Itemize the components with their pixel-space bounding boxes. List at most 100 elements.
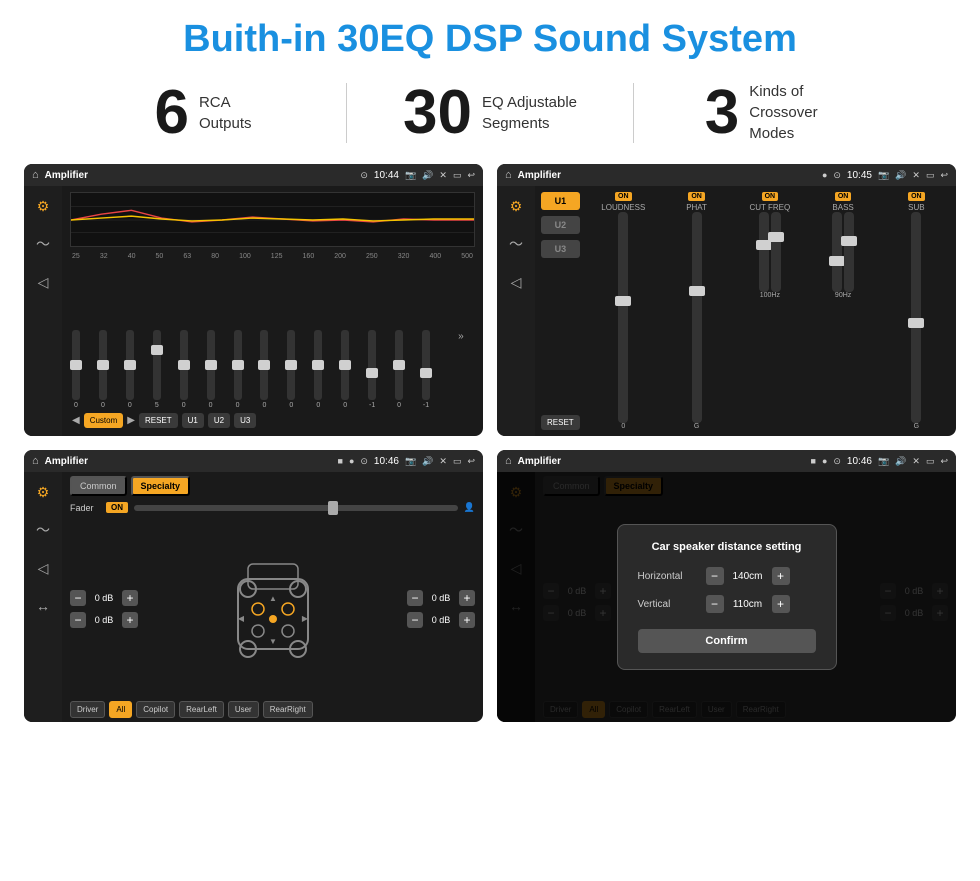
eq-reset-btn[interactable]: RESET: [139, 413, 178, 428]
vol-icon-4: 🔊: [895, 456, 906, 467]
eq-track-4[interactable]: [180, 330, 188, 400]
eq-icon[interactable]: ⚙: [31, 194, 55, 218]
wave-icon-2[interactable]: 〜: [504, 232, 528, 256]
eq-track-12[interactable]: [395, 330, 403, 400]
vol-fr-minus[interactable]: −: [407, 590, 423, 606]
eq-freq-labels: 25 32 40 50 63 80 100 125 160 200 250 32…: [70, 253, 475, 260]
eq-thumb-8: [285, 360, 297, 370]
vol-rl-minus[interactable]: −: [70, 612, 86, 628]
back-icon-3[interactable]: ↩: [467, 456, 475, 467]
eq-prev-btn[interactable]: ◀: [72, 415, 80, 426]
eq-custom-btn[interactable]: Custom: [84, 413, 124, 428]
topbar-2: ⌂ Amplifier ● ⊙ 10:45 📷 🔊 ✕ ▭ ↩: [497, 164, 956, 186]
horizontal-plus-btn[interactable]: +: [772, 567, 790, 585]
eq-track-10[interactable]: [341, 330, 349, 400]
eq-track-2[interactable]: [126, 330, 134, 400]
stat-eq-number: 30: [403, 82, 472, 144]
topbar-1-time: 10:44: [374, 170, 399, 181]
eq-slider-6: 0: [234, 330, 242, 409]
bass-sliders: [832, 212, 854, 292]
cutfreq-slider-g[interactable]: [771, 212, 781, 292]
vol-fr-plus[interactable]: +: [459, 590, 475, 606]
home-icon-2[interactable]: ⌂: [505, 169, 512, 181]
btn-copilot[interactable]: Copilot: [136, 701, 175, 718]
eq-icon-2[interactable]: ⚙: [504, 194, 528, 218]
eq-icon-3[interactable]: ⚙: [31, 480, 55, 504]
page-title: Buith-in 30EQ DSP Sound System: [0, 0, 980, 71]
eq-track-0[interactable]: [72, 330, 80, 400]
eq-thumb-6: [232, 360, 244, 370]
eq-u3-btn[interactable]: U3: [234, 413, 256, 428]
sub-slider[interactable]: [911, 212, 921, 423]
eq-u2-btn[interactable]: U2: [208, 413, 230, 428]
eq-next-btn[interactable]: ▶: [127, 415, 135, 426]
vol-rl-plus[interactable]: +: [122, 612, 138, 628]
speaker-icon[interactable]: ◁: [31, 270, 55, 294]
eq-u1-btn[interactable]: U1: [182, 413, 204, 428]
left-sidebar-3: ⚙ 〜 ◁ ↔: [24, 472, 62, 722]
eq-track-3[interactable]: [153, 330, 161, 400]
vol-fl-minus[interactable]: −: [70, 590, 86, 606]
arrows-icon-3[interactable]: ↔: [31, 594, 55, 618]
eq-track-5[interactable]: [207, 330, 215, 400]
fader-track[interactable]: [134, 505, 458, 511]
camera-icon-4: 📷: [878, 456, 889, 467]
btn-driver[interactable]: Driver: [70, 701, 105, 718]
home-icon-3[interactable]: ⌂: [32, 455, 39, 467]
horizontal-minus-btn[interactable]: −: [706, 567, 724, 585]
eq-track-6[interactable]: [234, 330, 242, 400]
vol-rr-plus[interactable]: +: [459, 612, 475, 628]
vol-fl-val: 0 dB: [89, 593, 119, 603]
topbar-3: ⌂ Amplifier ■ ● ⊙ 10:46 📷 🔊 ✕ ▭ ↩: [24, 450, 483, 472]
vol-rr-minus[interactable]: −: [407, 612, 423, 628]
user-tab-u1[interactable]: U1: [541, 192, 580, 210]
eq-track-13[interactable]: [422, 330, 430, 400]
topbar-1-title: Amplifier: [45, 170, 355, 181]
eq-track-9[interactable]: [314, 330, 322, 400]
vertical-plus-btn[interactable]: +: [772, 595, 790, 613]
back-icon-1[interactable]: ↩: [467, 170, 475, 181]
more-icon[interactable]: »: [449, 325, 473, 349]
btn-rearright[interactable]: RearRight: [263, 701, 313, 718]
tab-common[interactable]: Common: [70, 476, 127, 496]
vol-rr-val: 0 dB: [426, 615, 456, 625]
wave-icon[interactable]: 〜: [31, 232, 55, 256]
eq-track-8[interactable]: [287, 330, 295, 400]
stat-rca-label: RCAOutputs: [199, 92, 252, 134]
wave-icon-3[interactable]: 〜: [31, 518, 55, 542]
crossover-reset-btn[interactable]: RESET: [541, 415, 580, 430]
stat-crossover-label: Kinds ofCrossover Modes: [749, 81, 849, 144]
home-icon-1[interactable]: ⌂: [32, 169, 39, 181]
eq-track-11[interactable]: [368, 330, 376, 400]
left-vols: − 0 dB + − 0 dB +: [70, 517, 138, 701]
sub-thumb: [908, 318, 924, 328]
phat-slider[interactable]: [692, 212, 702, 423]
vertical-minus-btn[interactable]: −: [706, 595, 724, 613]
screens-grid: ⌂ Amplifier ⊙ 10:44 📷 🔊 ✕ ▭ ↩ ⚙ 〜 ◁: [0, 158, 980, 732]
x-icon-3: ✕: [439, 456, 447, 467]
eq-track-1[interactable]: [99, 330, 107, 400]
user-tab-u3[interactable]: U3: [541, 240, 580, 258]
back-icon-2[interactable]: ↩: [940, 170, 948, 181]
vol-fl-plus[interactable]: +: [122, 590, 138, 606]
cutfreq-slider-f[interactable]: [759, 212, 769, 292]
vol-fr-val: 0 dB: [426, 593, 456, 603]
loudness-slider[interactable]: [618, 212, 628, 423]
home-icon-4[interactable]: ⌂: [505, 455, 512, 467]
bass-slider-f[interactable]: [832, 212, 842, 292]
eq-track-7[interactable]: [260, 330, 268, 400]
btn-all[interactable]: All: [109, 701, 132, 718]
btn-user[interactable]: User: [228, 701, 259, 718]
confirm-button[interactable]: Confirm: [638, 629, 816, 653]
speaker-icon-3[interactable]: ◁: [31, 556, 55, 580]
speaker-icon-2[interactable]: ◁: [504, 270, 528, 294]
vol-rr: − 0 dB +: [407, 612, 475, 628]
ctrl-phat: ON PHAT G: [663, 192, 730, 430]
location-icon-4: ⊙: [833, 456, 841, 467]
bass-slider-g[interactable]: [844, 212, 854, 292]
tab-specialty[interactable]: Specialty: [131, 476, 191, 496]
user-tab-u2[interactable]: U2: [541, 216, 580, 234]
ctrl-loudness: ON LOUDNESS 0: [590, 192, 657, 430]
btn-rearleft[interactable]: RearLeft: [179, 701, 224, 718]
back-icon-4[interactable]: ↩: [940, 456, 948, 467]
